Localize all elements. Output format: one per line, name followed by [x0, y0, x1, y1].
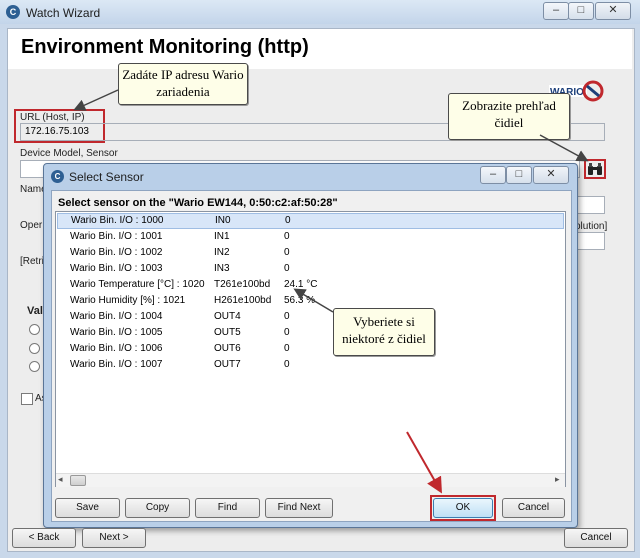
annotation-arrows [73, 89, 589, 494]
ok-arrow [406, 431, 442, 494]
callout-ip-pointer [73, 89, 119, 111]
callout-overview-pointer [539, 134, 589, 162]
callout-select-pointer [293, 288, 334, 313]
